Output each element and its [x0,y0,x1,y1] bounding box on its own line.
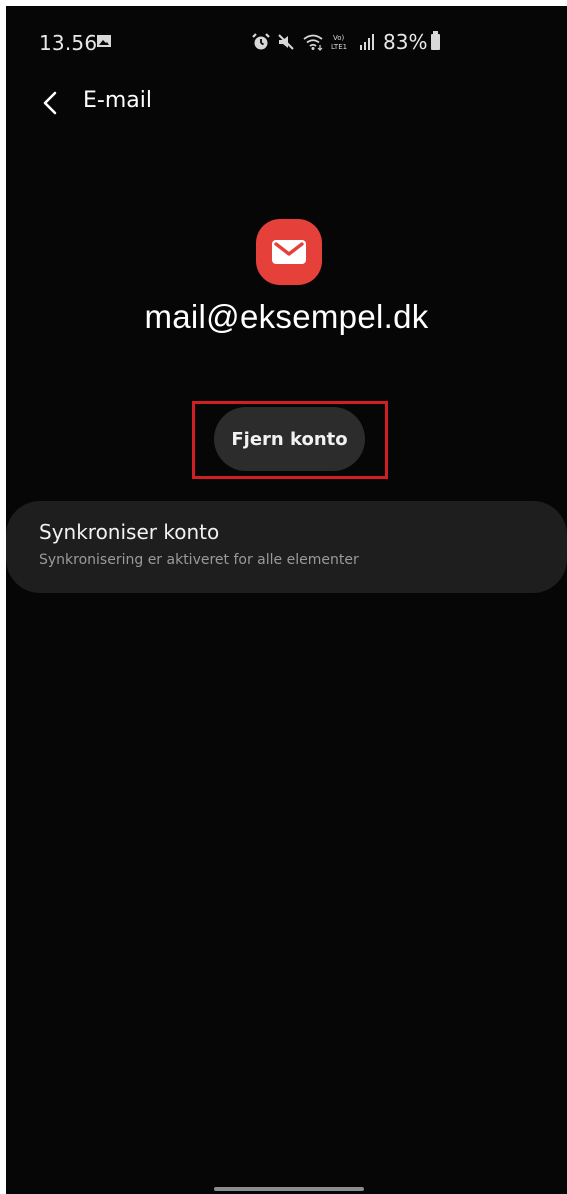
home-indicator[interactable] [214,1187,364,1191]
svg-text:LTE1: LTE1 [331,43,347,51]
network-type-label: Vo) LTE1 [331,32,353,52]
signal-icon [360,34,376,50]
account-email: mail@eksempel.dk [144,298,429,335]
remove-account-button[interactable]: Fjern konto [214,407,365,471]
sync-subtitle: Synkronisering er aktiveret for alle ele… [39,552,359,568]
sync-title: Synkroniser konto [39,520,220,544]
sync-account-item[interactable]: Synkroniser konto Synkronisering er akti… [6,501,567,593]
mute-icon [277,33,295,51]
wifi-icon [302,33,324,51]
back-button[interactable] [36,86,66,120]
svg-text:Vo): Vo) [333,34,345,42]
battery-percent: 83% [383,30,428,54]
mail-envelope-icon [256,219,322,285]
page-title: E-mail [83,88,152,113]
screen: 13.56 Vo) LTE1 83% E-mail mail@eksempel.… [6,6,567,1194]
gallery-icon [97,35,111,47]
alarm-icon [252,33,270,51]
battery-icon [431,31,441,50]
status-bar: 13.56 Vo) LTE1 83% [6,6,567,78]
status-icons: Vo) LTE1 83% [252,30,441,54]
status-time: 13.56 [39,31,98,55]
